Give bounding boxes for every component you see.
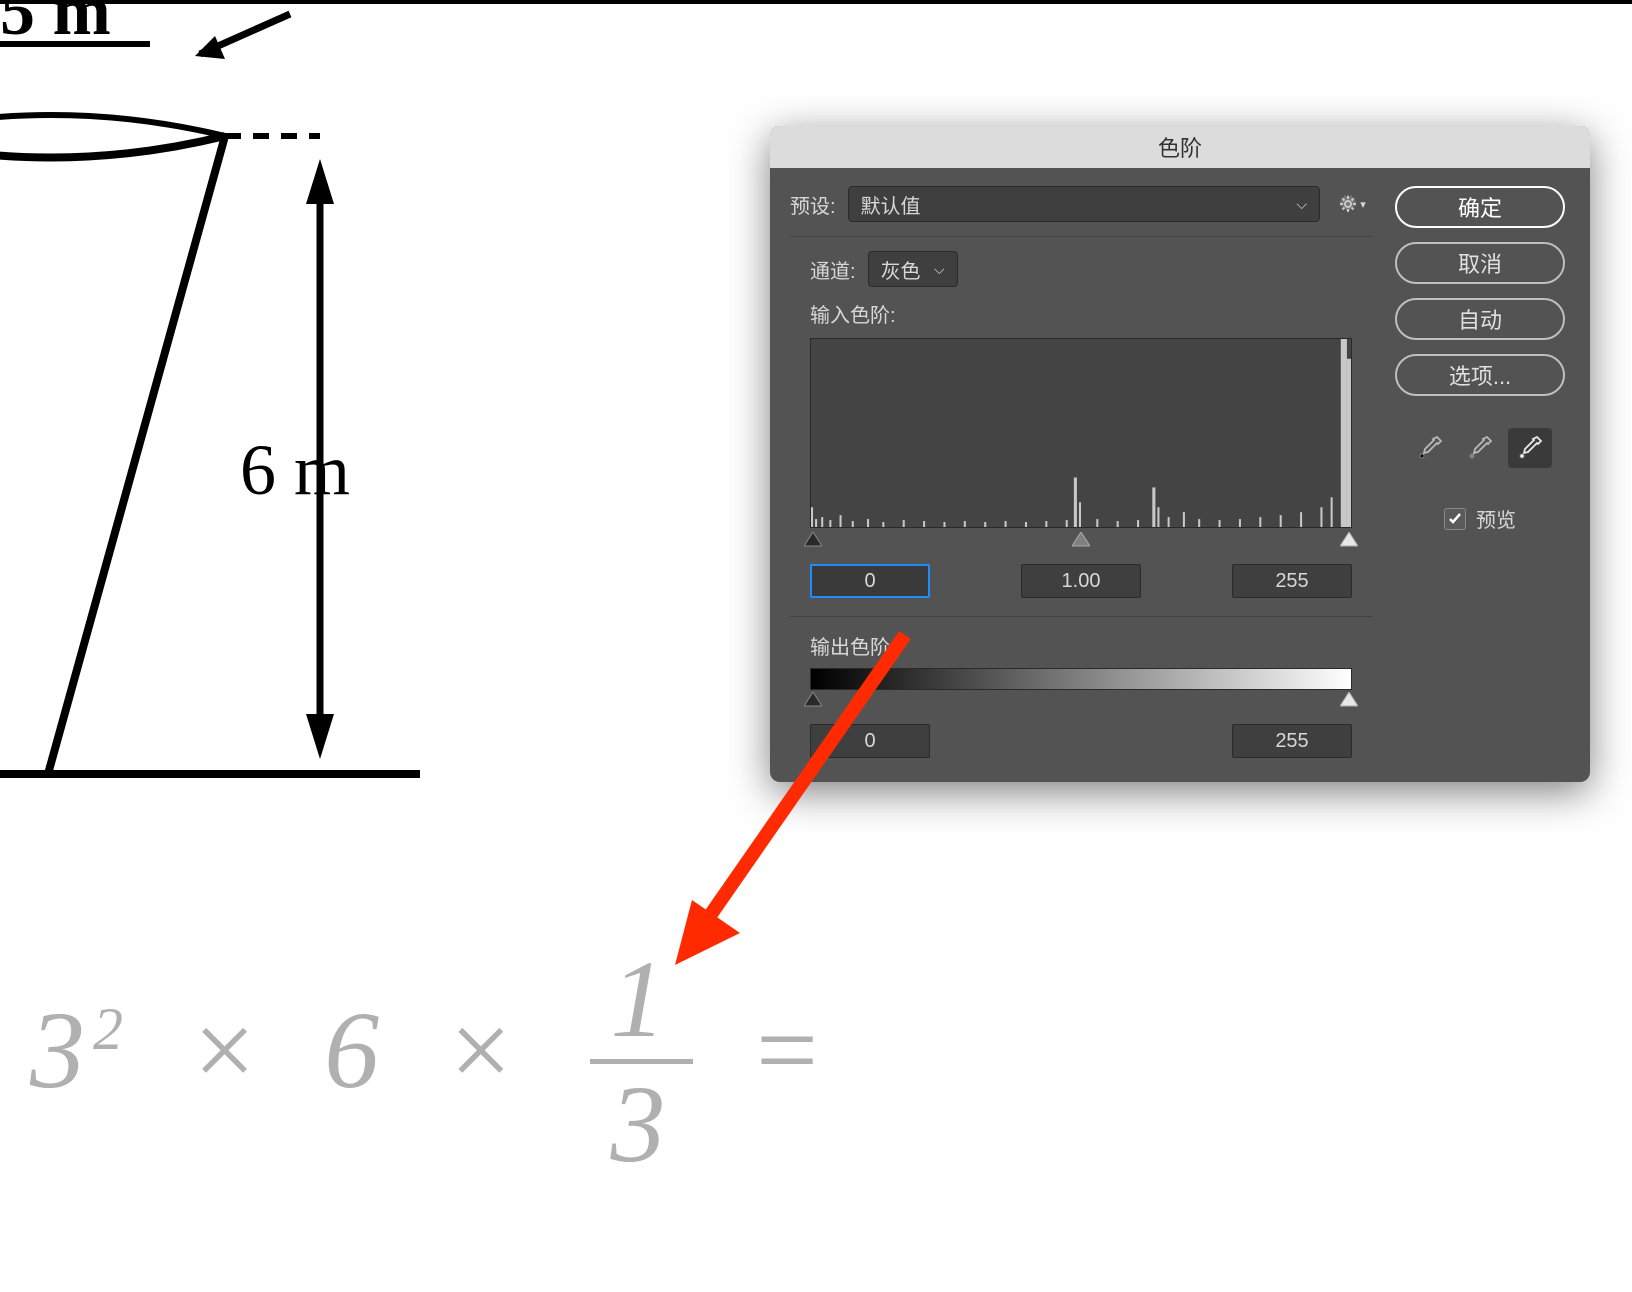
preset-menu-button[interactable]: ▾ (1332, 186, 1372, 222)
ok-button[interactable]: 确定 (1395, 186, 1565, 228)
input-gamma-field[interactable] (1021, 564, 1141, 598)
formula-mult2: × (443, 989, 525, 1111)
math-formula: 32 × 6 × 1 3 = (30, 944, 831, 1179)
eyedropper-icon (1417, 435, 1443, 461)
output-white-slider[interactable] (1340, 692, 1358, 708)
output-black-field[interactable] (810, 724, 930, 758)
output-slider-track[interactable] (810, 696, 1352, 714)
input-white-field[interactable] (1232, 564, 1352, 598)
gear-icon (1338, 194, 1358, 214)
preset-value: 默认值 (861, 190, 921, 219)
checkmark-icon (1448, 512, 1462, 526)
output-black-slider[interactable] (804, 692, 822, 708)
formula-base: 3 (30, 989, 93, 1111)
input-slider-track[interactable] (810, 536, 1352, 554)
input-levels-label: 输入色阶: (790, 299, 1372, 328)
eyedropper-icon (1517, 435, 1543, 461)
cone-diagram: 5 m 6 m (0, 4, 460, 804)
channel-dropdown[interactable]: 灰色 ⌵ (868, 251, 958, 287)
cancel-button[interactable]: 取消 (1395, 242, 1565, 284)
chevron-down-icon: ⌵ (1296, 196, 1307, 213)
svg-text:6 m: 6 m (240, 430, 350, 510)
fraction-denominator: 3 (590, 1064, 693, 1179)
input-black-field[interactable] (810, 564, 930, 598)
input-histogram[interactable] (810, 338, 1352, 528)
white-point-slider[interactable] (1340, 532, 1358, 548)
formula-mult1: × (187, 989, 269, 1111)
channel-label: 通道: (810, 255, 856, 284)
formula-equals: = (749, 989, 831, 1111)
eyedropper-white[interactable] (1508, 428, 1552, 468)
preset-label: 预设: (790, 190, 836, 219)
channel-value: 灰色 (881, 255, 921, 284)
options-button[interactable]: 选项... (1395, 354, 1565, 396)
fraction-numerator: 1 (590, 944, 693, 1064)
dialog-title: 色阶 (1158, 131, 1202, 163)
output-gradient[interactable] (810, 668, 1352, 690)
chevron-down-icon: ▾ (1360, 198, 1366, 211)
preview-checkbox[interactable] (1444, 508, 1466, 530)
gamma-slider[interactable] (1072, 532, 1090, 548)
formula-fraction: 1 3 (590, 944, 693, 1179)
preview-label: 预览 (1476, 504, 1516, 533)
preset-dropdown[interactable]: 默认值 ⌵ (848, 186, 1320, 222)
auto-button[interactable]: 自动 (1395, 298, 1565, 340)
chevron-down-icon: ⌵ (934, 261, 945, 278)
output-levels-label: 输出色阶: (810, 637, 896, 659)
formula-exponent: 2 (93, 996, 131, 1062)
eyedropper-gray[interactable] (1458, 428, 1502, 468)
levels-dialog: 色阶 预设: 默认值 ⌵ ▾ (770, 126, 1590, 782)
output-white-field[interactable] (1232, 724, 1352, 758)
eyedropper-black[interactable] (1408, 428, 1452, 468)
black-point-slider[interactable] (804, 532, 822, 548)
dialog-titlebar[interactable]: 色阶 (770, 126, 1590, 168)
formula-six: 6 (324, 989, 387, 1111)
eyedropper-icon (1467, 435, 1493, 461)
